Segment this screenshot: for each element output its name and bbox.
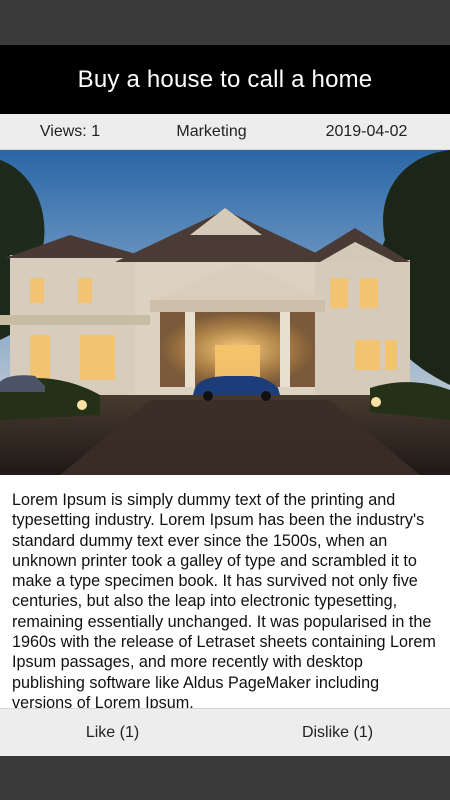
page-title: Buy a house to call a home: [77, 65, 373, 93]
post-meta-bar: Views: 1 Marketing 2019-04-02: [0, 114, 450, 150]
article-content: Lorem Ipsum is simply dummy text of the …: [0, 475, 450, 708]
app-header: Buy a house to call a home: [0, 45, 450, 114]
dislike-button[interactable]: Dislike (1): [225, 709, 450, 757]
category-label: Marketing: [176, 122, 247, 140]
like-button[interactable]: Like (1): [0, 709, 225, 757]
views-count: Views: 1: [39, 122, 101, 140]
system-nav-bar: [0, 756, 450, 800]
house-photo: [0, 150, 450, 475]
post-date: 2019-04-02: [325, 122, 408, 140]
reaction-bar: Like (1) Dislike (1): [0, 708, 450, 756]
article-body: Lorem Ipsum is simply dummy text of the …: [12, 491, 436, 708]
status-bar: [0, 0, 450, 45]
